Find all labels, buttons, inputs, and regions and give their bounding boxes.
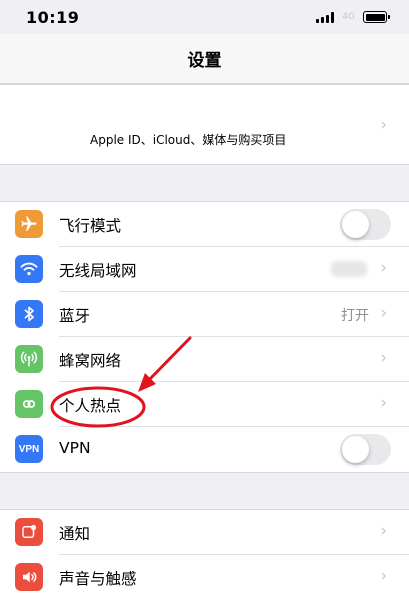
settings-row-cellular[interactable]: 蜂窝网络 ›	[0, 337, 409, 382]
chevron-right-icon: ›	[380, 115, 387, 135]
airplane-mode-toggle[interactable]	[340, 209, 391, 240]
cellular-icon	[15, 345, 43, 373]
chevron-right-icon: ›	[380, 393, 387, 413]
settings-row-sounds-haptics[interactable]: 声音与触感 ›	[0, 555, 409, 600]
wifi-network-name-blurred	[331, 261, 367, 277]
wifi-icon	[15, 255, 43, 283]
settings-row-wlan[interactable]: 无线局域网 ›	[0, 247, 409, 292]
settings-row-personal-hotspot[interactable]: 个人热点 ›	[0, 382, 409, 427]
status-time: 10:19	[26, 7, 80, 27]
status-icons: 4G	[316, 11, 390, 23]
sounds-icon	[15, 563, 43, 591]
row-label: 蜂窝网络	[59, 352, 122, 370]
signal-icon	[316, 11, 335, 23]
settings-row-vpn[interactable]: VPN VPN	[0, 427, 409, 472]
battery-icon	[363, 11, 390, 23]
chevron-right-icon: ›	[380, 303, 387, 323]
row-label: VPN	[59, 439, 91, 457]
page-title: 设置	[187, 51, 222, 71]
notification-settings-group: 通知 › 声音与触感 ›	[0, 509, 409, 600]
vpn-badge-text: VPN	[18, 443, 40, 455]
apple-id-label: Apple ID、iCloud、媒体与购买项目	[90, 133, 287, 147]
chevron-right-icon: ›	[380, 566, 387, 586]
row-label: 声音与触感	[59, 570, 137, 588]
vpn-icon: VPN	[15, 435, 43, 463]
row-label: 蓝牙	[59, 307, 91, 325]
settings-row-notifications[interactable]: 通知 ›	[0, 510, 409, 555]
row-label: 个人热点	[59, 397, 122, 415]
vpn-toggle[interactable]	[340, 434, 391, 465]
navigation-bar: 设置	[0, 34, 409, 84]
status-bar: 10:19 4G	[0, 0, 409, 34]
network-settings-group: 飞行模式 无线局域网 › 蓝牙 打开 › 蜂窝网络 › 个人热点 › VPN V…	[0, 201, 409, 473]
settings-row-bluetooth[interactable]: 蓝牙 打开 ›	[0, 292, 409, 337]
bluetooth-icon	[15, 300, 43, 328]
hotspot-icon	[15, 390, 43, 418]
row-label: 无线局域网	[59, 262, 137, 280]
notifications-icon	[15, 518, 43, 546]
chevron-right-icon: ›	[380, 258, 387, 278]
row-label: 飞行模式	[59, 217, 122, 235]
row-label: 通知	[59, 525, 91, 543]
airplane-icon	[15, 210, 43, 238]
network-type-label: 4G	[342, 12, 355, 22]
bluetooth-status: 打开	[341, 308, 369, 324]
settings-row-airplane-mode[interactable]: 飞行模式	[0, 202, 409, 247]
chevron-right-icon: ›	[380, 521, 387, 541]
apple-id-row[interactable]: Apple ID、iCloud、媒体与购买项目 ›	[0, 84, 409, 165]
chevron-right-icon: ›	[380, 348, 387, 368]
